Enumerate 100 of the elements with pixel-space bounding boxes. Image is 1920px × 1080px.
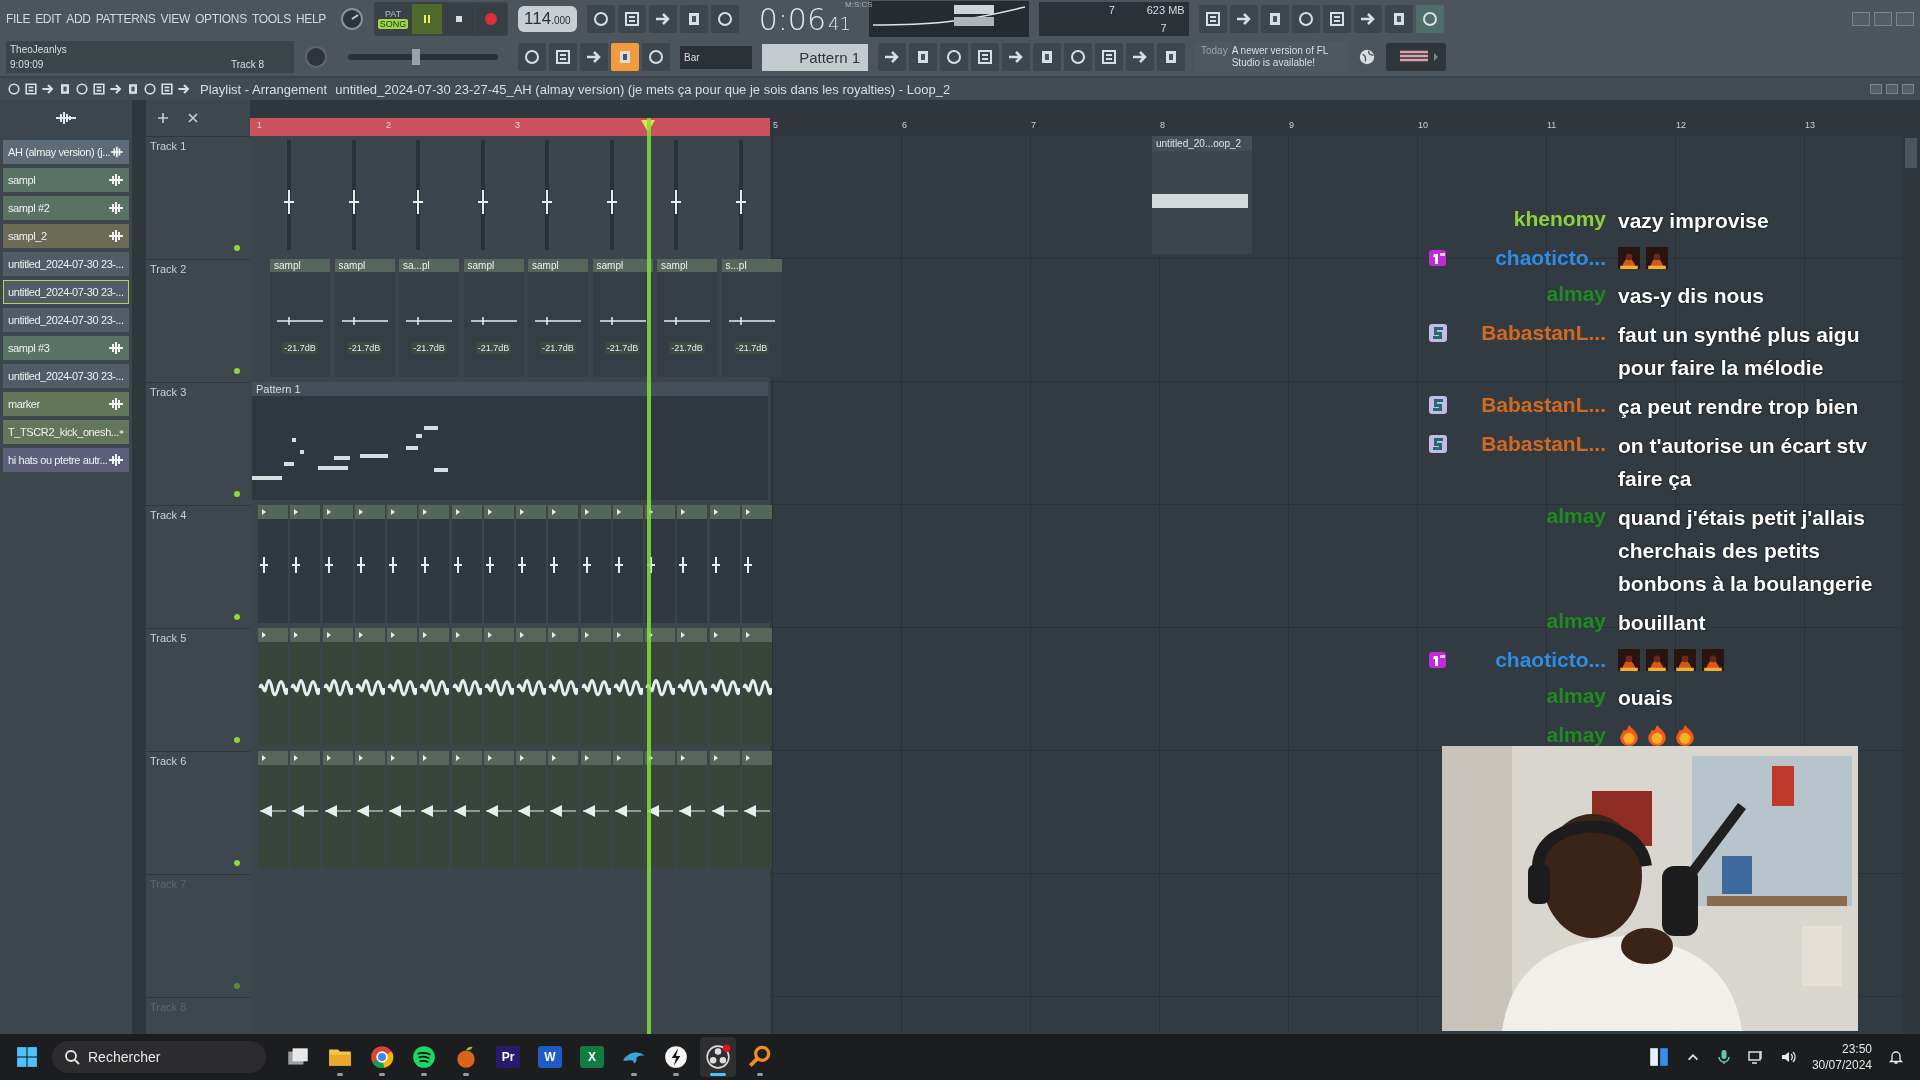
track-name[interactable]: Track 5 [150,632,187,644]
menu-item[interactable]: ADD [66,12,91,26]
start-icon[interactable] [16,1046,38,1068]
chat-username[interactable]: chaoticto... [1495,246,1606,270]
channel-button[interactable]: sampl #2 [3,196,129,220]
chat-username[interactable]: BabastanL... [1481,393,1606,417]
pattern-selector[interactable]: Pattern 1 [762,43,868,71]
channel-button[interactable]: T_TSCR2_kick_onesh... [3,420,129,444]
sample-clip[interactable]: sampl -21.7dB [528,259,588,377]
automation-clip[interactable] [346,140,361,250]
chat-username[interactable]: chaoticto... [1495,648,1606,672]
clip-label: sampl [463,259,524,272]
bar-number: 3 [515,120,520,130]
menu-item[interactable]: VIEW [160,12,191,26]
channel-button[interactable]: untitled_2024-07-30 23-... [3,308,129,332]
chat-username[interactable]: BabastanL... [1481,432,1606,456]
globe-icon[interactable] [1357,48,1376,66]
channel-button[interactable]: sampl [3,168,129,192]
fire-emote-icon [1618,724,1640,746]
track-enable-icon[interactable] [234,737,240,743]
waveform-icon[interactable] [54,111,78,125]
taskbar-app[interactable] [700,1037,736,1077]
automation-clip[interactable] [669,140,683,250]
channel-button[interactable]: untitled_2024-07-30 23-... [3,364,129,388]
tempo-field[interactable]: 114.000 [518,6,577,32]
automation-clip[interactable] [282,140,296,250]
waveform-icon [108,174,124,186]
menu-item[interactable]: OPTIONS [195,12,247,26]
master-slider[interactable] [348,49,498,65]
track-enable-icon[interactable] [234,491,240,497]
clip-label: sampl [528,259,588,272]
track-name[interactable]: Track 1 [150,140,187,152]
pause-button[interactable] [412,4,443,34]
track-enable-icon[interactable] [234,983,240,989]
automation-clip[interactable] [604,140,619,250]
track-name[interactable]: Track 3 [150,386,187,398]
menu-item[interactable]: TOOLS [251,12,291,26]
flag-icon[interactable] [1385,43,1446,71]
menu-item[interactable]: PATTERNS [95,12,156,26]
track-enable-icon[interactable] [234,860,240,866]
snap-dropdown[interactable]: Bar [680,45,752,69]
chat-message: vas-y dis nous [1618,283,1765,309]
menu-item[interactable]: EDIT [35,12,62,26]
track-name[interactable]: Track 6 [150,755,187,767]
system-clock[interactable]: 23:50 30/07/2024 [1811,1041,1872,1073]
taskbar-app[interactable]: X [574,1037,610,1077]
sample-clip[interactable]: sampl -21.7dB [657,259,717,377]
flame-emote-icon [1618,649,1640,671]
sample-clip[interactable]: s...pl -21.7dB [721,259,782,377]
automation-clip[interactable] [733,140,748,250]
network-icon[interactable] [1747,1049,1764,1065]
waveform-icon [108,202,124,214]
automation-clip[interactable] [411,140,425,250]
clip-label: sampl [334,259,395,272]
mode-toggle[interactable]: SONG [377,19,409,29]
clip[interactable]: untitled_20...oop_2 [1152,136,1252,254]
track-name[interactable]: Track 4 [150,509,187,521]
mode-toggle[interactable]: PAT [382,9,404,19]
chat-username[interactable]: BabastanL... [1481,321,1606,345]
notification-icon[interactable] [1888,1049,1904,1065]
taskbar-app[interactable]: W [532,1037,568,1077]
volume-envelope-icon [404,316,454,326]
volume-knob[interactable] [340,7,365,31]
sample-clip[interactable]: sa...pl -21.7dB [399,259,459,377]
scrollbar-thumb[interactable] [1905,138,1917,168]
slider-thumb[interactable] [411,49,420,65]
pattern-clip[interactable]: Pattern 1 [252,382,768,500]
add-icon[interactable] [158,113,168,123]
scrollbar[interactable] [132,100,146,1034]
track-enable-icon[interactable] [234,368,240,374]
menu-item[interactable]: HELP [295,12,327,26]
menu-item[interactable]: FILE [6,12,31,26]
search-field[interactable]: Rechercher [52,1041,266,1073]
taskbar-app[interactable]: Pr [490,1037,526,1077]
sample-clip[interactable]: sampl -21.7dB [334,259,395,377]
close-icon[interactable] [188,113,198,123]
channel-button[interactable]: sampl_2 [3,224,129,248]
volume-icon[interactable] [1779,1049,1796,1065]
track-enable-icon[interactable] [234,614,240,620]
bar-number: 5 [773,120,778,130]
flame-emote-icon [1674,649,1696,671]
automation-clip[interactable] [540,140,554,250]
track-enable-icon[interactable] [234,245,240,251]
automation-clip[interactable] [475,140,490,250]
bar-number: 6 [902,120,907,130]
sample-clip[interactable]: sampl -21.7dB [592,259,653,377]
waveform-icon [108,230,124,242]
channel-button[interactable]: sampl #3 [3,336,129,360]
app-icon: Pr [496,1046,520,1068]
channel-button[interactable]: untitled_2024-07-30 23-... [3,280,129,304]
track-name[interactable]: Track 2 [150,263,187,275]
channel-button[interactable]: marker [3,392,129,416]
sample-clip[interactable]: sampl -21.7dB [270,259,330,377]
app-icon [663,1044,689,1070]
channel-button[interactable]: AH (almay version) (j... [3,140,129,164]
widgets-icon[interactable] [1647,1046,1670,1068]
sample-clip[interactable]: sampl -21.7dB [463,259,524,377]
chat-username[interactable]: khenomy [1513,207,1606,231]
channel-button[interactable]: untitled_2024-07-30 23-... [3,252,129,276]
channel-button[interactable]: hi hats ou ptetre autr... [3,448,129,472]
